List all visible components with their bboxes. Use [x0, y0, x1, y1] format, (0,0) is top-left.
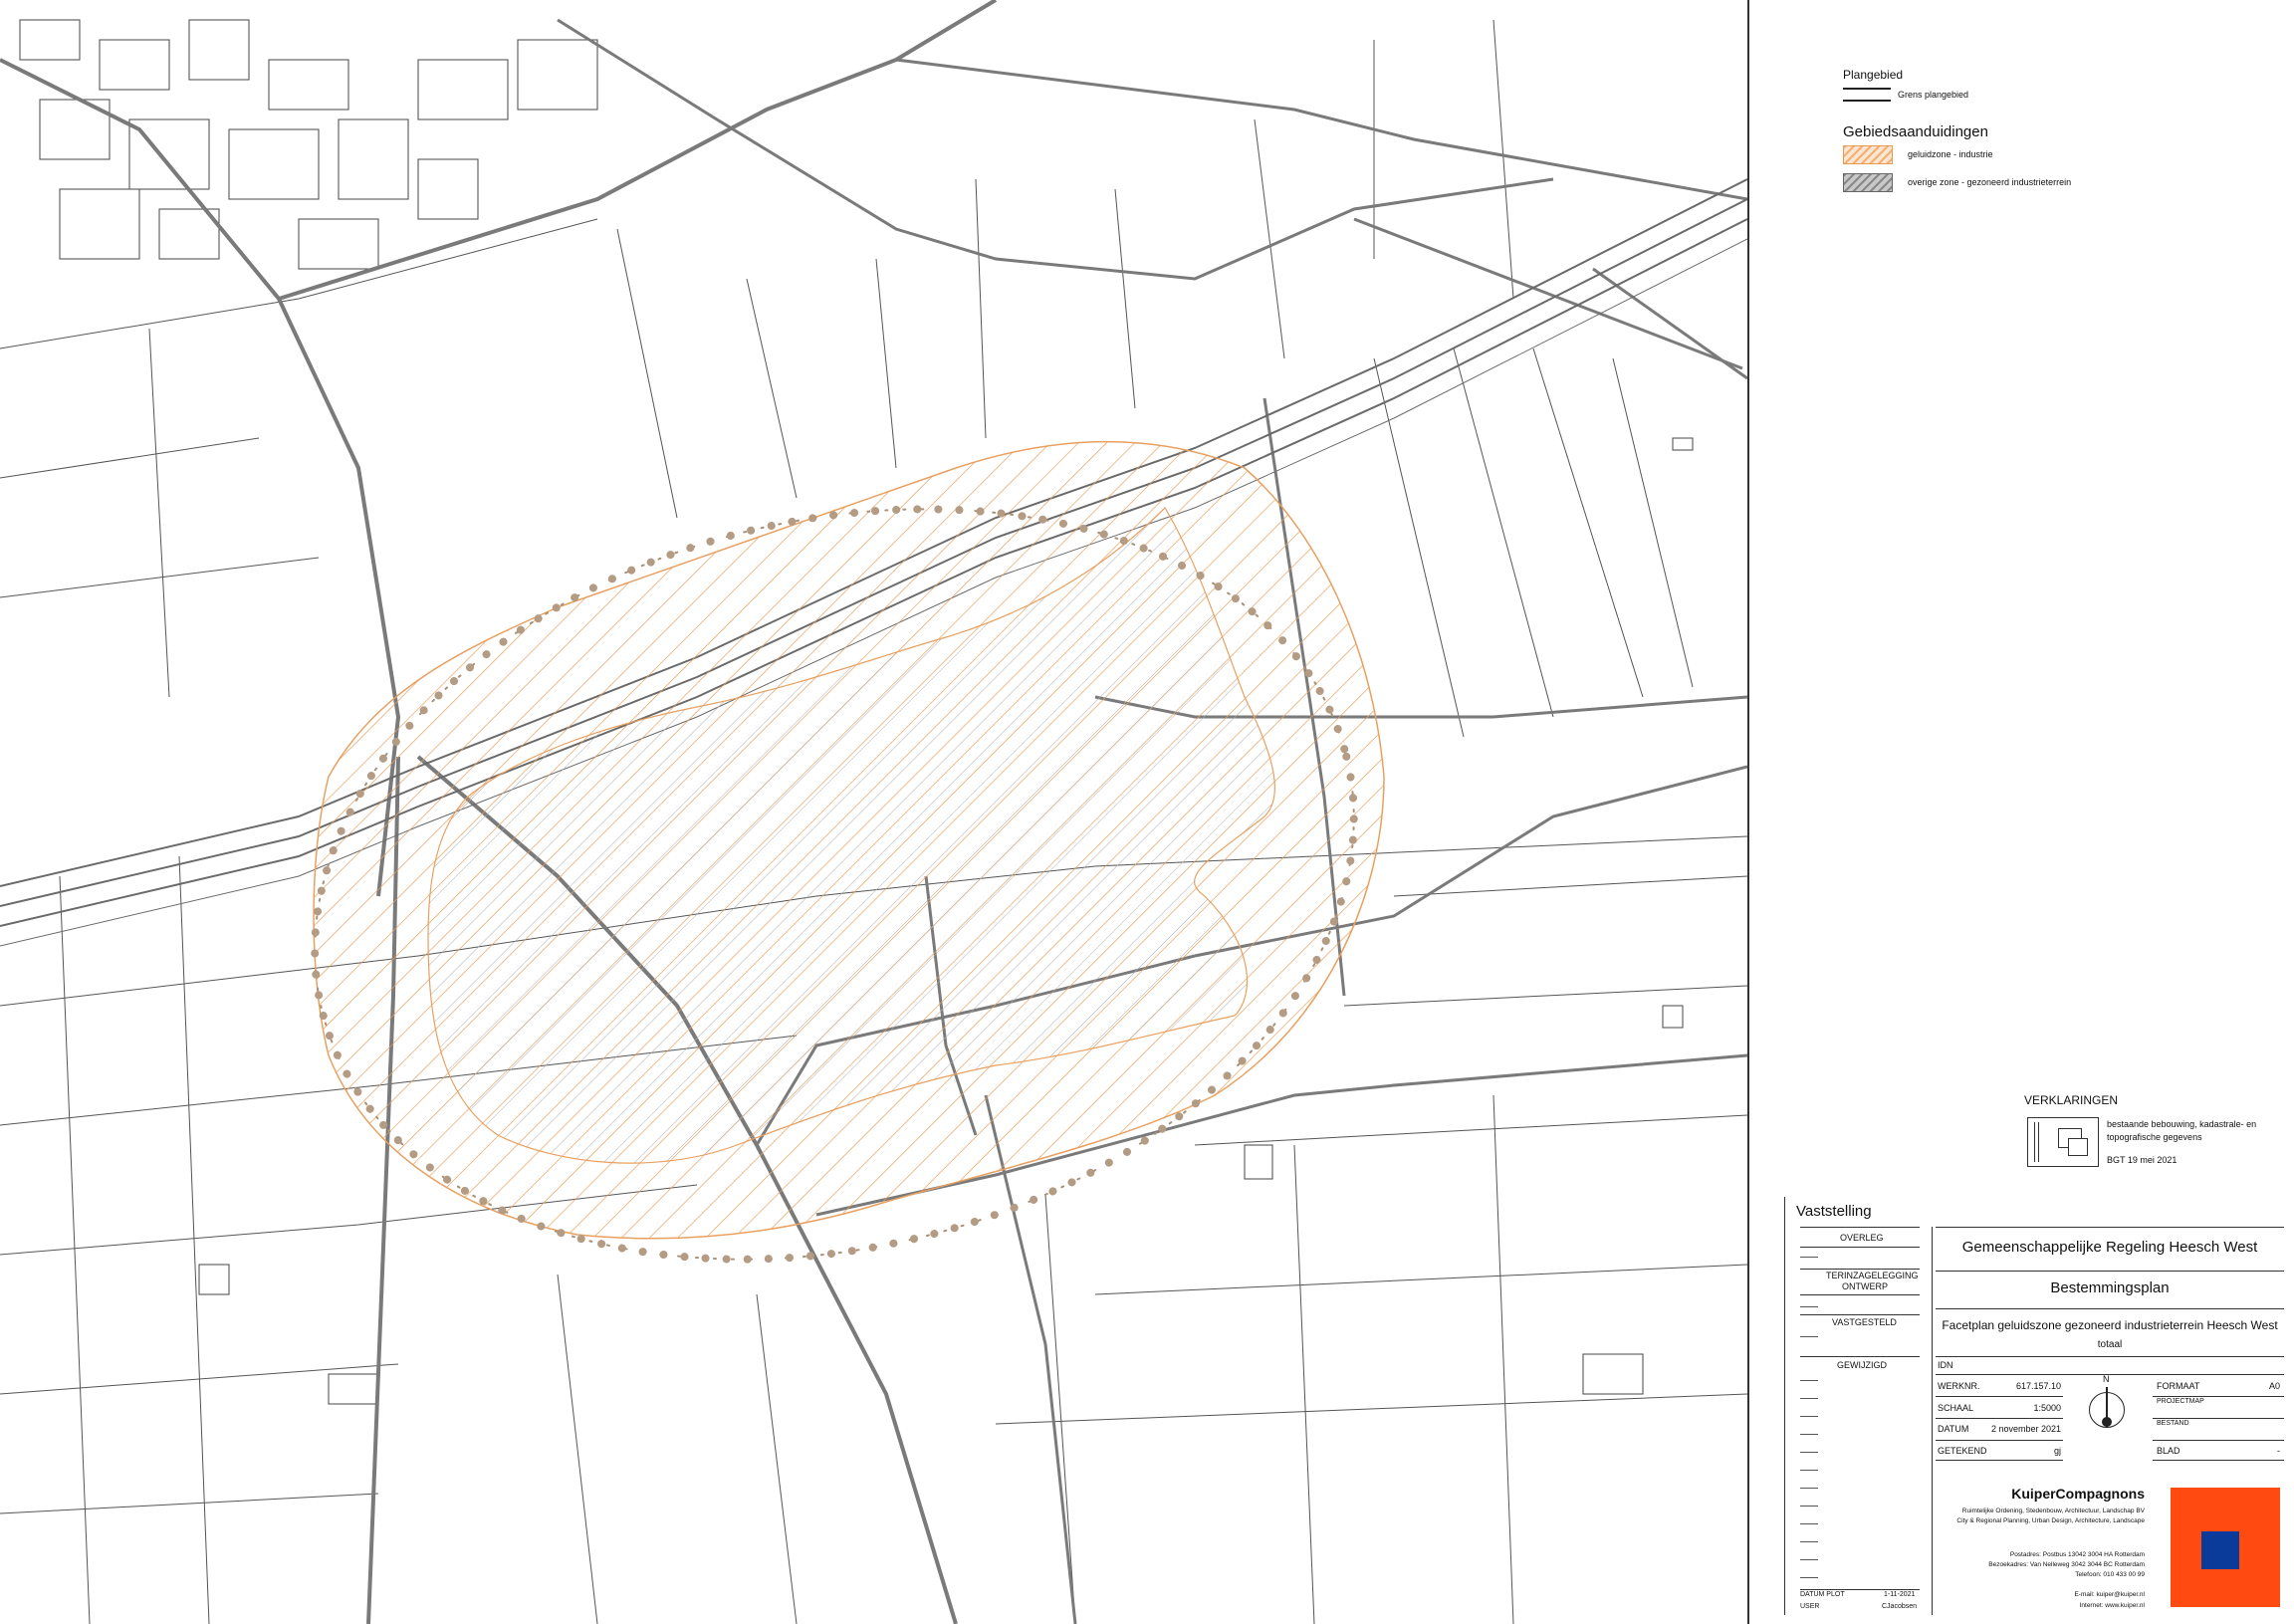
tb-rule [1936, 1460, 2063, 1461]
vaststelling-terinzagelegging: TERINZAGELEGGING [1826, 1271, 1919, 1280]
tb-projectmap-label: PROJECTMAP [2157, 1398, 2204, 1405]
tb-rule [1936, 1440, 2063, 1441]
user-label: USER [1800, 1603, 1820, 1610]
blank-line [1800, 1541, 1818, 1542]
datum-plot-value: 1-11-2021 [1884, 1591, 1916, 1598]
tb-rule [1936, 1396, 2063, 1397]
north-label: N [2103, 1374, 2110, 1384]
blank-line [1800, 1452, 1818, 1453]
vaststelling-ontwerp: ONTWERP [1842, 1281, 1888, 1291]
titleblock-left-border [1784, 1197, 1785, 1615]
verklaringen-symbol [2027, 1117, 2099, 1167]
datum-plot-label: DATUM PLOT [1800, 1591, 1845, 1598]
legend-gray-swatch [1843, 173, 1893, 192]
company-addr2: Bezoekadres: Van Nelleweg 3042 3044 BC R… [1988, 1561, 2145, 1568]
vaststelling-vastgesteld: VASTGESTELD [1832, 1317, 1897, 1327]
tb-rule [1936, 1374, 2284, 1375]
tb-schaal: 1:5000 [2033, 1403, 2061, 1413]
tb-formaat-label: FORMAAT [2157, 1381, 2200, 1391]
blank-line [1800, 1257, 1818, 1258]
tb-blad-label: BLAD [2157, 1446, 2180, 1456]
company-name: KuiperCompagnons [2011, 1486, 2145, 1502]
blank-line [1800, 1306, 1818, 1307]
legend-plangebied-title: Plangebied [1843, 68, 1904, 82]
blank-line [1800, 1577, 1818, 1578]
tb-getekend-label: GETEKEND [1938, 1446, 1987, 1456]
blank-line [1800, 1559, 1818, 1560]
legend-item-geluidzone: geluidzone - industrie [1908, 149, 1993, 159]
blank-line [1800, 1380, 1818, 1381]
company-line2: City & Regional Planning, Urban Design, … [1956, 1517, 2145, 1524]
company-web: Internet: www.kuiper.nl [2079, 1602, 2145, 1609]
tb-rule [1936, 1227, 2284, 1228]
tb-werknr-label: WERKNR. [1938, 1381, 1980, 1391]
tb-plan-name: Facetplan geluidszone gezoneerd industri… [1942, 1318, 2278, 1332]
vaststelling-rule [1800, 1356, 1920, 1357]
blank-line [1800, 1398, 1818, 1399]
vaststelling-gewijzigd: GEWIJZIGD [1837, 1360, 1887, 1370]
tb-formaat: A0 [2268, 1381, 2280, 1391]
blank-line [1800, 1434, 1818, 1435]
tb-rule [2153, 1460, 2284, 1461]
company-addr1: Postadres: Postbus 13042 3004 HA Rotterd… [2009, 1551, 2145, 1558]
company-phone: Telefoon: 010 433 00 99 [2075, 1571, 2145, 1578]
legend-border-swatch [1843, 88, 1891, 102]
tb-rule [1936, 1356, 2284, 1357]
tb-rule [2153, 1396, 2284, 1397]
tb-plan-type: Bestemmingsplan [2050, 1279, 2170, 1296]
verklaringen-line2: topografische gegevens [2107, 1132, 2202, 1142]
tb-rule [2153, 1440, 2284, 1441]
legend-orange-swatch [1843, 145, 1893, 164]
verklaringen-title: VERKLARINGEN [2024, 1093, 2119, 1107]
north-arrow-icon [2089, 1387, 2125, 1428]
company-logo [2171, 1488, 2280, 1607]
blank-line [1800, 1523, 1818, 1524]
company-email: E-mail: kuiper@kuiper.nl [2074, 1591, 2145, 1598]
verklaringen-source: BGT 19 mei 2021 [2107, 1155, 2178, 1165]
company-line1: Ruimtelijke Ordening, Stedenbouw, Archit… [1961, 1508, 2145, 1514]
vaststelling-rule [1800, 1589, 1920, 1590]
tb-subtitle: totaal [2097, 1339, 2123, 1350]
tb-rule [1936, 1308, 2284, 1309]
tb-rule [1936, 1418, 2063, 1419]
sheet-divider [1747, 0, 1749, 1624]
vaststelling-overleg: OVERLEG [1840, 1233, 1884, 1243]
vaststelling-rule [1800, 1247, 1920, 1248]
tb-bestand-label: BESTAND [2157, 1420, 2189, 1427]
vaststelling-rule [1800, 1314, 1920, 1315]
blank-line [1800, 1416, 1818, 1417]
company-logo-square [2201, 1531, 2239, 1569]
user-value: CJacobsen [1882, 1603, 1918, 1610]
titleblock-col-border [1932, 1227, 1933, 1615]
tb-werknr: 617.157.10 [2015, 1381, 2061, 1391]
vaststelling-rule [1800, 1294, 1920, 1295]
tb-rule [2153, 1418, 2284, 1419]
legend-plangebied-item: Grens plangebied [1898, 90, 1969, 100]
blank-line [1800, 1470, 1818, 1471]
tb-datum-label: DATUM [1938, 1424, 1969, 1434]
legend-gebied-title: Gebiedsaanduidingen [1843, 123, 1988, 140]
verklaringen-line1: bestaande bebouwing, kadastrale- en [2107, 1119, 2257, 1129]
map-canvas[interactable] [0, 0, 1747, 1624]
vaststelling-rule [1800, 1227, 1920, 1228]
blank-line [1800, 1506, 1818, 1507]
tb-blad: - [2277, 1446, 2280, 1456]
vaststelling-title: Vaststelling [1796, 1203, 1872, 1220]
tb-idn-label: IDN [1938, 1360, 1953, 1370]
tb-getekend: gj [2053, 1446, 2061, 1456]
blank-line [1800, 1488, 1818, 1489]
vaststelling-rule [1800, 1269, 1920, 1270]
tb-client: Gemeenschappelijke Regeling Heesch West [1961, 1239, 2258, 1256]
legend-item-industrieterrein: overige zone - gezoneerd industrieterrei… [1908, 177, 2072, 187]
tb-schaal-label: SCHAAL [1938, 1403, 1974, 1413]
tb-datum: 2 november 2021 [1990, 1424, 2061, 1434]
blank-line [1800, 1336, 1818, 1337]
tb-rule [1936, 1271, 2284, 1272]
